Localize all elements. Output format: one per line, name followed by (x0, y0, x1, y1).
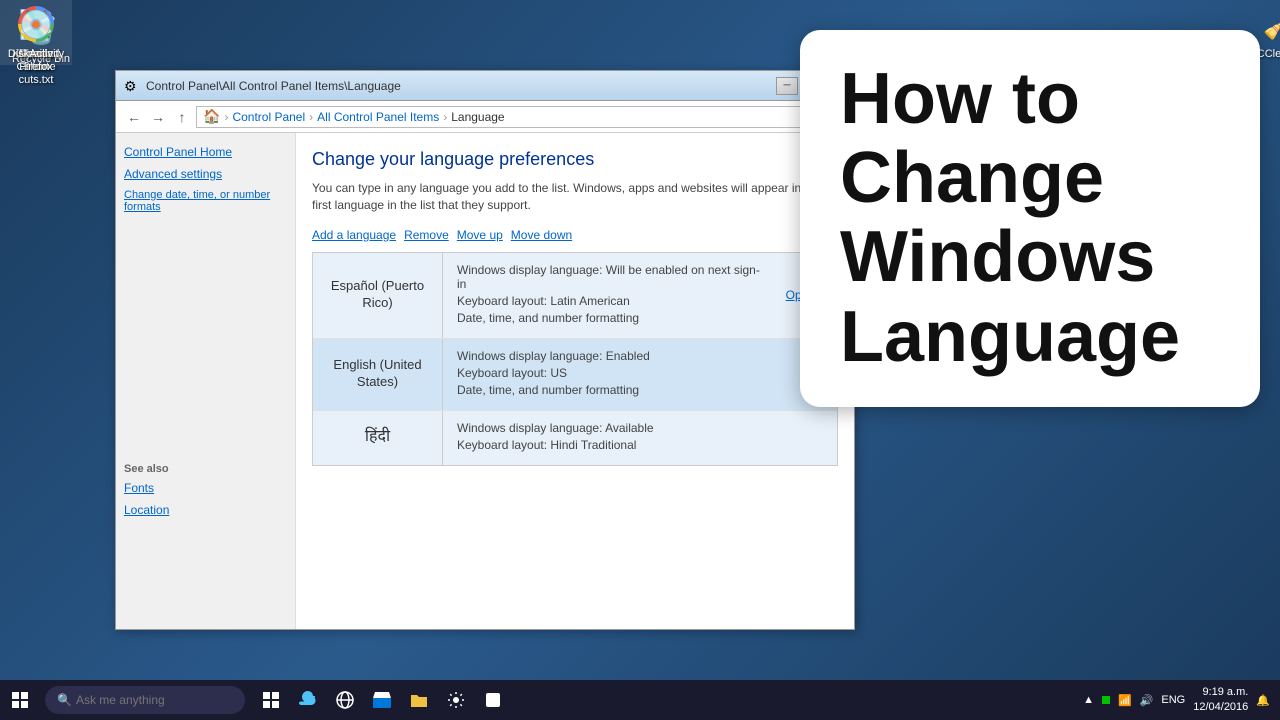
lang-detail-0-0: Windows display language: Will be enable… (457, 263, 762, 291)
lang-detail-0-1: Keyboard layout: Latin American (457, 294, 762, 308)
taskbar: 🔍 ▲ (0, 680, 1280, 720)
path-all-items: All Control Panel Items (317, 110, 439, 124)
settings-taskbar-icon[interactable] (440, 680, 472, 720)
address-path[interactable]: 🏠 › Control Panel › All Control Panel It… (196, 106, 814, 128)
desktop: 🗑️ Recycle Bin 📝 Keyboard Short cuts.txt… (0, 0, 1280, 720)
add-language-button[interactable]: Add a language (312, 228, 396, 242)
lang-detail-2-0: Windows display language: Available (457, 421, 803, 435)
unknown-icon[interactable] (477, 680, 509, 720)
sidebar-home-link[interactable]: Control Panel Home (124, 145, 287, 159)
lang-details-espanol: Windows display language: Will be enable… (443, 253, 776, 338)
start-icon (12, 692, 28, 708)
minimize-button[interactable]: ─ (776, 77, 798, 95)
language-item-2[interactable]: हिंदी Windows display language: Availabl… (313, 411, 837, 465)
overlay-text-box: How to Change Windows Language (800, 30, 1260, 407)
language-list: Español (Puerto Rico) Windows display la… (312, 252, 838, 466)
forward-button[interactable]: → (148, 107, 168, 127)
lang-detail-2-1: Keyboard layout: Hindi Traditional (457, 438, 803, 452)
up-button[interactable]: ↑ (172, 107, 192, 127)
remove-language-button[interactable]: Remove (404, 228, 449, 242)
see-also-label: See also (124, 463, 287, 475)
lang-name-hindi: हिंदी (313, 411, 443, 465)
search-icon: 🔍 (57, 693, 72, 707)
disk-activity-label: DiskActivity (8, 48, 64, 61)
sidebar: Control Panel Home Advanced settings Cha… (116, 133, 296, 629)
network-icon (1102, 696, 1110, 704)
sidebar-datetime-link[interactable]: Change date, time, or number formats (124, 189, 287, 213)
window-title-icon: ⚙ (124, 78, 140, 94)
lang-name-espanol: Español (Puerto Rico) (313, 253, 443, 338)
language-item-0[interactable]: Español (Puerto Rico) Windows display la… (313, 253, 837, 339)
window-title-text: Control Panel\All Control Panel Items\La… (146, 79, 776, 93)
wifi-icon: 📶 (1118, 694, 1132, 707)
disk-activity-icon[interactable]: 💿 DiskActivity (0, 0, 72, 65)
path-control-panel: Control Panel (232, 110, 305, 124)
search-input[interactable] (76, 693, 226, 707)
window-titlebar: ⚙ Control Panel\All Control Panel Items\… (116, 71, 854, 101)
main-content: Change your language preferences You can… (296, 133, 854, 629)
ie-icon[interactable] (329, 680, 361, 720)
control-panel-window: ⚙ Control Panel\All Control Panel Items\… (115, 70, 855, 630)
back-button[interactable]: ← (124, 107, 144, 127)
disk-activity-image: 💿 (16, 4, 56, 44)
taskbar-icons (255, 680, 509, 720)
system-time: 9:19 a.m. 12/04/2016 (1193, 685, 1248, 716)
sidebar-fonts-link[interactable]: Fonts (124, 481, 287, 495)
lang-details-english: Windows display language: Enabled Keyboa… (443, 339, 817, 410)
sidebar-location-link[interactable]: Location (124, 503, 287, 517)
tray-chevron[interactable]: ▲ (1083, 694, 1094, 706)
store-icon[interactable] (366, 680, 398, 720)
sidebar-advanced-link[interactable]: Advanced settings (124, 167, 287, 181)
window-body: Control Panel Home Advanced settings Cha… (116, 133, 854, 629)
explorer-icon[interactable] (403, 680, 435, 720)
overlay-heading: How to Change Windows Language (840, 60, 1220, 377)
lang-detail-1-1: Keyboard layout: US (457, 366, 803, 380)
path-home-icon: 🏠 (203, 108, 220, 125)
search-bar[interactable]: 🔍 (45, 686, 245, 714)
lang-options-hindi (817, 411, 837, 465)
lang-name-english: English (United States) (313, 339, 443, 410)
language-actions: Add a language Remove Move up Move down (312, 228, 838, 242)
lang-detail-1-0: Windows display language: Enabled (457, 349, 803, 363)
edge-icon[interactable] (292, 680, 324, 720)
path-language: Language (451, 110, 504, 124)
page-description: You can type in any language you add to … (312, 180, 838, 214)
time-display: 9:19 a.m. (1193, 685, 1248, 700)
start-button[interactable] (0, 680, 40, 720)
move-up-button[interactable]: Move up (457, 228, 503, 242)
address-bar: ← → ↑ 🏠 › Control Panel › All Control Pa… (116, 101, 854, 133)
date-display: 12/04/2016 (1193, 700, 1248, 715)
system-tray: ▲ 📶 🔊 ENG 9:19 a.m. 12/04/2016 🔔 (1083, 685, 1280, 716)
task-view-icon[interactable] (255, 680, 287, 720)
lang-detail-0-2: Date, time, and number formatting (457, 311, 762, 325)
notification-icon[interactable]: 🔔 (1256, 694, 1270, 707)
lang-details-hindi: Windows display language: Available Keyb… (443, 411, 817, 465)
page-title: Change your language preferences (312, 149, 838, 170)
move-down-button[interactable]: Move down (511, 228, 572, 242)
volume-icon[interactable]: 🔊 (1140, 694, 1154, 707)
lang-detail-1-2: Date, time, and number formatting (457, 383, 803, 397)
language-indicator: ENG (1161, 694, 1185, 706)
desktop-icons-left: 🗑️ Recycle Bin 📝 Keyboard Short cuts.txt… (0, 0, 72, 65)
language-item-1[interactable]: English (United States) Windows display … (313, 339, 837, 411)
